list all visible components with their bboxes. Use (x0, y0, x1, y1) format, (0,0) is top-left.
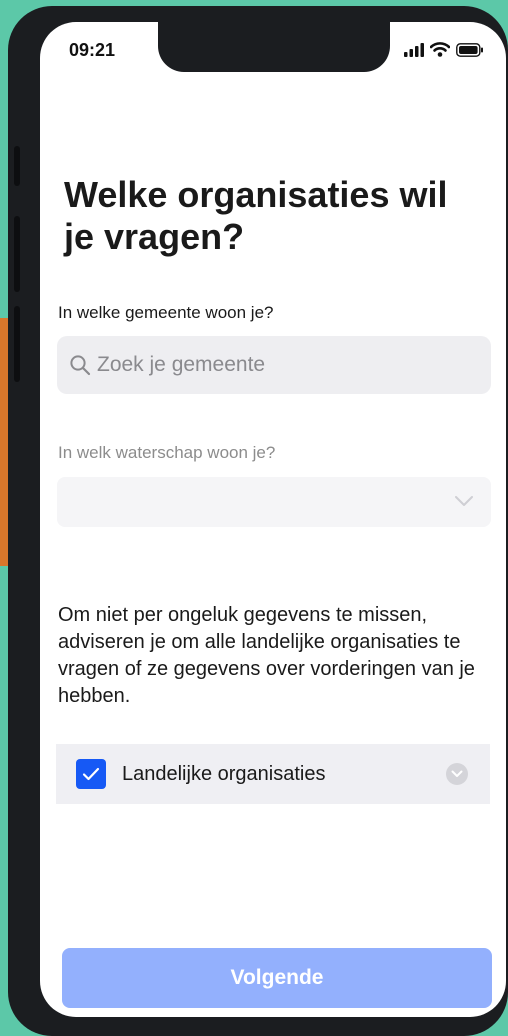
signal-icon (404, 42, 424, 62)
notch (158, 22, 390, 72)
next-button[interactable]: Volgende (62, 948, 492, 1008)
checkmark-icon (82, 767, 100, 781)
municipality-search-input[interactable]: Zoek je gemeente (57, 336, 491, 394)
chevron-down-icon (455, 494, 473, 512)
national-organisations-checkbox[interactable] (76, 759, 106, 789)
search-icon (69, 354, 91, 376)
national-organisations-row[interactable]: Landelijke organisaties (56, 744, 490, 804)
municipality-label: In welke gemeente woon je? (58, 303, 274, 322)
wifi-icon (429, 42, 451, 62)
app-screen: 09:21 Welke organisaties wil je vragen? … (40, 22, 506, 1017)
water-board-label: In welk waterschap woon je? (58, 443, 276, 462)
mute-switch (14, 146, 20, 186)
expand-chevron-icon[interactable] (446, 763, 468, 785)
search-placeholder: Zoek je gemeente (97, 353, 266, 376)
info-text: Om niet per ongeluk gegevens te missen, … (58, 604, 475, 707)
status-time: 09:21 (69, 40, 116, 60)
water-board-select[interactable] (57, 477, 491, 527)
phone-frame: 09:21 Welke organisaties wil je vragen? … (8, 6, 508, 1036)
page-title: Welke organisaties wil je vragen? (64, 174, 448, 257)
national-organisations-label: Landelijke organisaties (122, 762, 326, 785)
status-icons (404, 42, 484, 62)
volume-up-button (14, 216, 20, 292)
battery-icon (456, 42, 484, 62)
volume-down-button (14, 306, 20, 382)
